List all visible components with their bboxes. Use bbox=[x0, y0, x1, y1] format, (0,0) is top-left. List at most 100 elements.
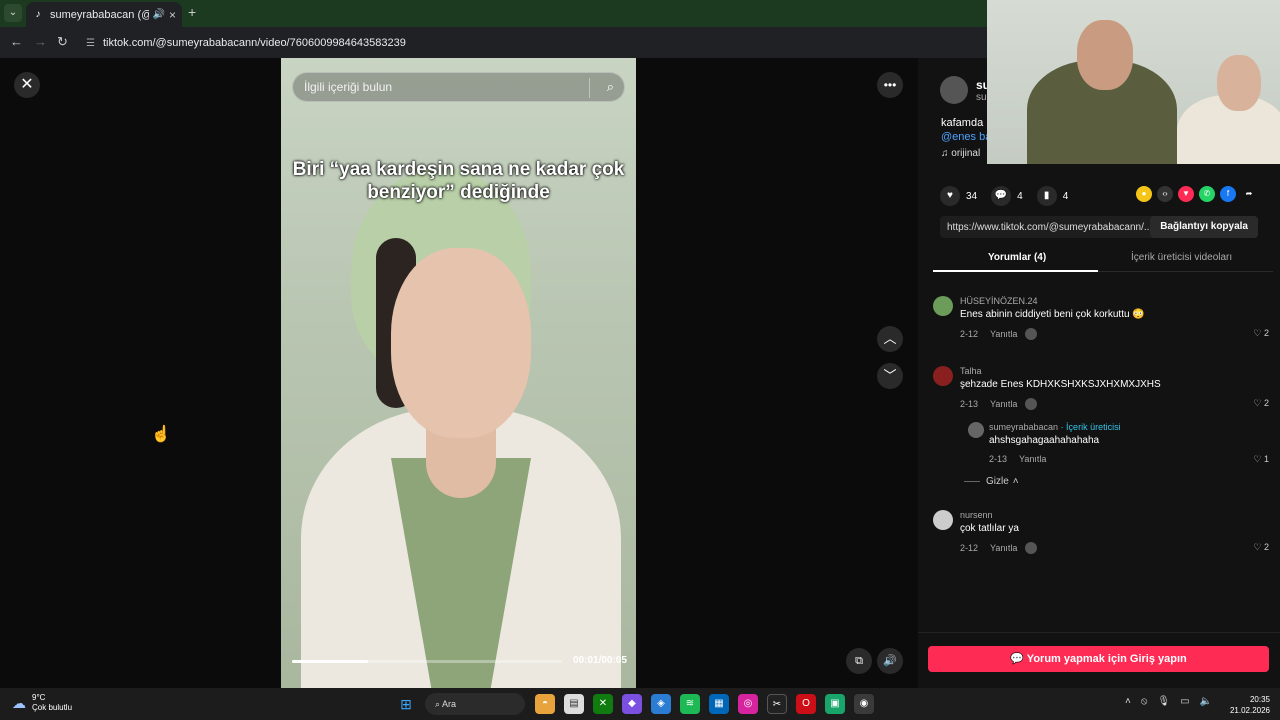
avatar[interactable] bbox=[933, 296, 953, 316]
comment-date: 2-13 bbox=[989, 454, 1008, 464]
reply-button[interactable]: Yanıtla bbox=[990, 329, 1017, 339]
comment-like-count: 2 bbox=[1263, 328, 1269, 338]
avatar[interactable] bbox=[933, 510, 953, 530]
widget-icon[interactable]: ◓ bbox=[535, 694, 555, 714]
cloud-icon: ☁ bbox=[12, 694, 26, 711]
creator-like-icon bbox=[1025, 542, 1038, 554]
weather-desc: Çok bulutlu bbox=[32, 703, 73, 712]
comment-user[interactable]: HÜSEYİNÖZEN.24 bbox=[960, 296, 1038, 306]
capcut-icon[interactable]: ✂ bbox=[767, 694, 787, 714]
video-progress-fill bbox=[292, 660, 368, 663]
comment-user[interactable]: nursenn bbox=[960, 510, 993, 520]
friends-share-icon[interactable]: ● bbox=[1136, 186, 1152, 202]
photos-icon[interactable]: ◈ bbox=[651, 694, 671, 714]
divider bbox=[918, 632, 1280, 633]
picture-in-picture-icon[interactable]: ⧉ bbox=[846, 648, 872, 674]
url-field[interactable]: ☰ tiktok.com/@sumeyrababacann/video/7606… bbox=[80, 31, 990, 55]
chevron-up-icon[interactable]: ˄ bbox=[1125, 696, 1131, 707]
taskbar-search[interactable]: ⌕ Ara bbox=[425, 693, 525, 715]
comment-like[interactable]: ♡ 2 bbox=[1253, 542, 1269, 553]
like-button[interactable]: ♥ 34 bbox=[940, 186, 977, 206]
comment-user[interactable]: sumeyrababacan · İçerik üreticisi bbox=[989, 422, 1121, 432]
save-button[interactable]: ▮ 4 bbox=[1036, 186, 1068, 206]
tab-creator-videos[interactable]: İçerik üreticisi videoları bbox=[1131, 252, 1232, 263]
spotify-icon[interactable]: ≋ bbox=[680, 694, 700, 714]
avatar[interactable] bbox=[933, 366, 953, 386]
comment-bubble-icon: 💬 bbox=[1010, 653, 1027, 665]
copy-link-button[interactable]: Bağlantıyı kopyala bbox=[1150, 216, 1258, 238]
webcam-person-head bbox=[1217, 55, 1261, 111]
more-options-icon[interactable]: ••• bbox=[877, 72, 903, 98]
network-off-icon[interactable]: ⦸ bbox=[1141, 696, 1148, 707]
store-icon[interactable]: ▦ bbox=[709, 694, 729, 714]
browser-tab[interactable]: ♪ sumeyrababacan (@sumey 🔊 × bbox=[26, 2, 182, 27]
display-icon[interactable]: ▭ bbox=[1180, 696, 1189, 707]
reply-button[interactable]: Yanıtla bbox=[1019, 454, 1046, 464]
speaker-icon[interactable]: 🔊 bbox=[153, 9, 165, 20]
facebook-icon[interactable]: f bbox=[1220, 186, 1236, 202]
video-progress-bar[interactable] bbox=[292, 660, 562, 663]
xbox-icon[interactable]: ✕ bbox=[593, 694, 613, 714]
speaker-icon[interactable]: 🔈 bbox=[1200, 696, 1212, 707]
back-icon[interactable]: ← bbox=[10, 34, 23, 49]
link-box: https://www.tiktok.com/@sumeyrababacann/… bbox=[940, 216, 1258, 238]
chrome-icon[interactable]: ◉ bbox=[854, 694, 874, 714]
share-row: ● ‹› ▼ ✆ f ➦ bbox=[1136, 186, 1262, 202]
comment-icon: 💬 bbox=[991, 186, 1012, 206]
tab-title: sumeyrababacan (@sumey bbox=[50, 8, 149, 21]
search-placeholder: İlgili içeriği bulun bbox=[304, 80, 393, 94]
reload-icon[interactable]: ↻ bbox=[57, 34, 68, 50]
comment-text: ahshsgahagaahahahaha bbox=[989, 435, 1100, 446]
share-url[interactable]: https://www.tiktok.com/@sumeyrababacann/… bbox=[940, 222, 1150, 233]
instagram-icon[interactable]: ◎ bbox=[738, 694, 758, 714]
clock[interactable]: 20:35 21.02.2026 bbox=[1228, 694, 1270, 716]
windows-start-icon[interactable]: ⊞ bbox=[396, 694, 416, 714]
whatsapp-icon[interactable]: ✆ bbox=[1199, 186, 1215, 202]
chevron-up-icon[interactable]: ︿ bbox=[877, 326, 903, 352]
share-arrow-icon[interactable]: ➦ bbox=[1241, 186, 1257, 202]
opera-icon[interactable]: O bbox=[796, 694, 816, 714]
comment-like[interactable]: ♡ 2 bbox=[1253, 398, 1269, 409]
file-explorer-icon[interactable]: ▤ bbox=[564, 694, 584, 714]
login-to-comment-button[interactable]: 💬 Yorum yapmak için Giriş yapın bbox=[928, 646, 1269, 672]
close-tab-icon[interactable]: × bbox=[169, 8, 176, 22]
hide-replies-button[interactable]: Gizle ˄ bbox=[964, 476, 1019, 487]
microphone-icon[interactable]: 🎙 bbox=[1157, 696, 1170, 707]
video-description: kafamda @enes ba bbox=[941, 116, 991, 144]
comment-text: Enes abinin ciddiyeti beni çok korkuttu … bbox=[960, 309, 1145, 320]
tab-comments[interactable]: Yorumlar (4) bbox=[988, 252, 1046, 263]
url-text: tiktok.com/@sumeyrababacann/video/760600… bbox=[102, 37, 406, 49]
author-row[interactable]: su sur bbox=[940, 76, 990, 104]
comment-like[interactable]: ♡ 1 bbox=[1253, 454, 1269, 465]
creator-like-icon bbox=[1025, 328, 1038, 340]
comment-like[interactable]: ♡ 2 bbox=[1253, 328, 1269, 339]
forward-icon[interactable]: → bbox=[34, 34, 47, 49]
music-row[interactable]: ♫ orijinal bbox=[941, 148, 980, 159]
video-search-input[interactable]: İlgili içeriği bulun ⌕ bbox=[292, 72, 625, 102]
volume-icon[interactable]: 🔊 bbox=[877, 648, 903, 674]
comment-date: 2-13 bbox=[960, 399, 979, 409]
send-icon[interactable]: ▼ bbox=[1178, 186, 1194, 202]
close-icon[interactable]: ✕ bbox=[14, 72, 40, 98]
chevron-down-icon[interactable]: ﹀ bbox=[877, 363, 903, 389]
comment-meta: 2-12 Yanıtla bbox=[960, 542, 1038, 554]
search-divider bbox=[589, 78, 590, 98]
taskbar-search-label: Ara bbox=[442, 699, 457, 709]
avatar[interactable] bbox=[968, 422, 984, 438]
comment-button[interactable]: 💬 4 bbox=[991, 186, 1023, 206]
reply-button[interactable]: Yanıtla bbox=[990, 399, 1017, 409]
comment-user[interactable]: Talha bbox=[960, 366, 982, 376]
reply-user[interactable]: sumeyrababacan bbox=[989, 422, 1058, 432]
tab-search-icon[interactable]: ⌄ bbox=[4, 4, 22, 22]
reply-button[interactable]: Yanıtla bbox=[990, 543, 1017, 553]
app-icon[interactable]: ▣ bbox=[825, 694, 845, 714]
embed-code-icon[interactable]: ‹› bbox=[1157, 186, 1173, 202]
avatar[interactable] bbox=[940, 76, 968, 104]
new-tab-button[interactable]: + bbox=[188, 4, 196, 20]
search-icon[interactable]: ⌕ bbox=[607, 79, 614, 95]
video-player[interactable]: İlgili içeriği bulun ⌕ Biri “yaa kardeşi… bbox=[281, 58, 636, 688]
site-info-icon[interactable]: ☰ bbox=[86, 38, 95, 49]
mention-link[interactable]: @enes ba bbox=[941, 130, 991, 144]
copilot-icon[interactable]: ◆ bbox=[622, 694, 642, 714]
weather-widget[interactable]: ☁ 9°C Çok bulutlu bbox=[12, 693, 72, 713]
